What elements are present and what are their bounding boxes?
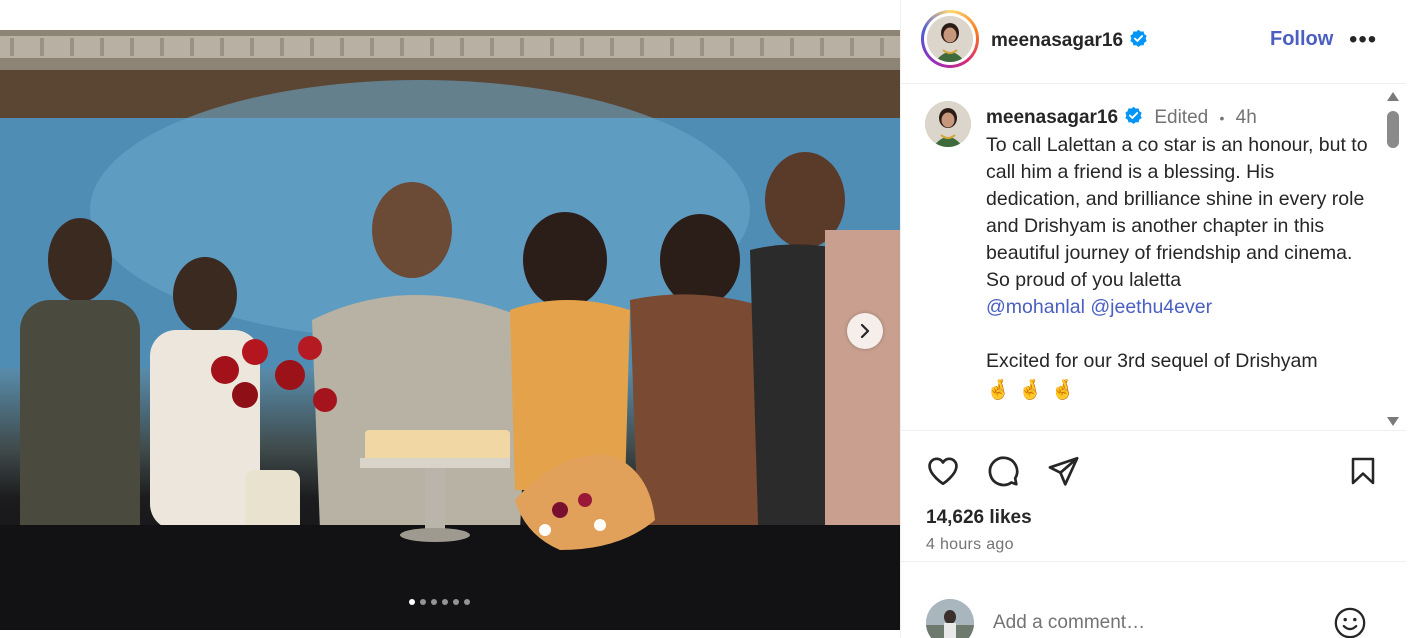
carousel-dot	[453, 599, 459, 605]
post-side-panel: meenasagar16 Follow ••• meenasagar16 Edi…	[900, 0, 1410, 638]
carousel-dot	[409, 599, 415, 605]
share-icon	[1048, 456, 1079, 486]
meta-separator: •	[1219, 110, 1225, 126]
caption-body: To call Lalettan a co star is an honour,…	[986, 134, 1368, 291]
carousel-dot	[420, 599, 426, 605]
crossed-fingers-emoji: 🤞	[1018, 379, 1043, 401]
like-button[interactable]	[925, 454, 961, 493]
caption-age[interactable]: 4h	[1236, 107, 1257, 128]
caption-avatar[interactable]	[925, 101, 971, 147]
comment-button[interactable]	[985, 454, 1021, 493]
caption-paragraph: Excited for our 3rd sequel of Drishyam	[986, 350, 1318, 372]
photo-illustration	[0, 30, 900, 630]
avatar-image	[927, 16, 973, 62]
carousel-dot	[464, 599, 470, 605]
post-header: meenasagar16 Follow •••	[901, 0, 1406, 84]
author-avatar[interactable]	[921, 10, 979, 68]
crossed-fingers-emoji: 🤞	[1050, 379, 1075, 401]
carousel-next-button[interactable]	[847, 313, 883, 349]
mention-link[interactable]: @mohanlal	[986, 296, 1085, 318]
follow-button[interactable]: Follow	[1270, 28, 1333, 51]
verified-badge-icon	[1129, 29, 1148, 53]
mention-link[interactable]: @jeethu4ever	[1090, 296, 1212, 318]
heart-icon	[928, 457, 958, 486]
carousel-indicator	[409, 599, 470, 605]
emoji-picker-button[interactable]	[1333, 606, 1367, 638]
more-options-button[interactable]: •••	[1349, 26, 1377, 54]
save-button[interactable]	[1347, 454, 1379, 493]
share-button[interactable]	[1045, 454, 1081, 493]
crossed-fingers-emoji: 🤞	[986, 379, 1011, 401]
carousel-dot	[442, 599, 448, 605]
caption-text: To call Lalettan a co star is an honour,…	[986, 132, 1371, 404]
author-username[interactable]: meenasagar16	[991, 30, 1123, 51]
scroll-down-arrow-icon[interactable]	[1387, 417, 1399, 426]
comment-bar	[901, 586, 1406, 638]
smiley-icon	[1334, 607, 1366, 638]
verified-badge-icon	[1124, 106, 1143, 131]
carousel-dot	[431, 599, 437, 605]
post-media	[0, 0, 900, 638]
chevron-right-icon	[860, 324, 870, 338]
caption-section: meenasagar16 Edited • 4h To call Laletta…	[901, 85, 1406, 431]
edited-label: Edited	[1154, 107, 1209, 128]
caption-emojis: 🤞 🤞 🤞	[986, 377, 1371, 404]
scroll-up-arrow-icon[interactable]	[1387, 92, 1399, 101]
caption-username[interactable]: meenasagar16	[986, 107, 1118, 128]
viewer-avatar	[926, 599, 974, 638]
header-username-row: meenasagar16	[991, 29, 1148, 53]
post-photo[interactable]	[0, 30, 900, 630]
comment-icon	[988, 456, 1019, 487]
caption-header: meenasagar16 Edited • 4h	[986, 106, 1257, 131]
bookmark-icon	[1351, 457, 1375, 485]
post-timestamp[interactable]: 4 hours ago	[926, 536, 1014, 554]
scrollbar-thumb[interactable]	[1387, 111, 1399, 148]
add-comment-input[interactable]	[993, 612, 1323, 634]
post-actions: 14,626 likes 4 hours ago	[901, 432, 1406, 562]
likes-count[interactable]: 14,626 likes	[926, 507, 1032, 529]
